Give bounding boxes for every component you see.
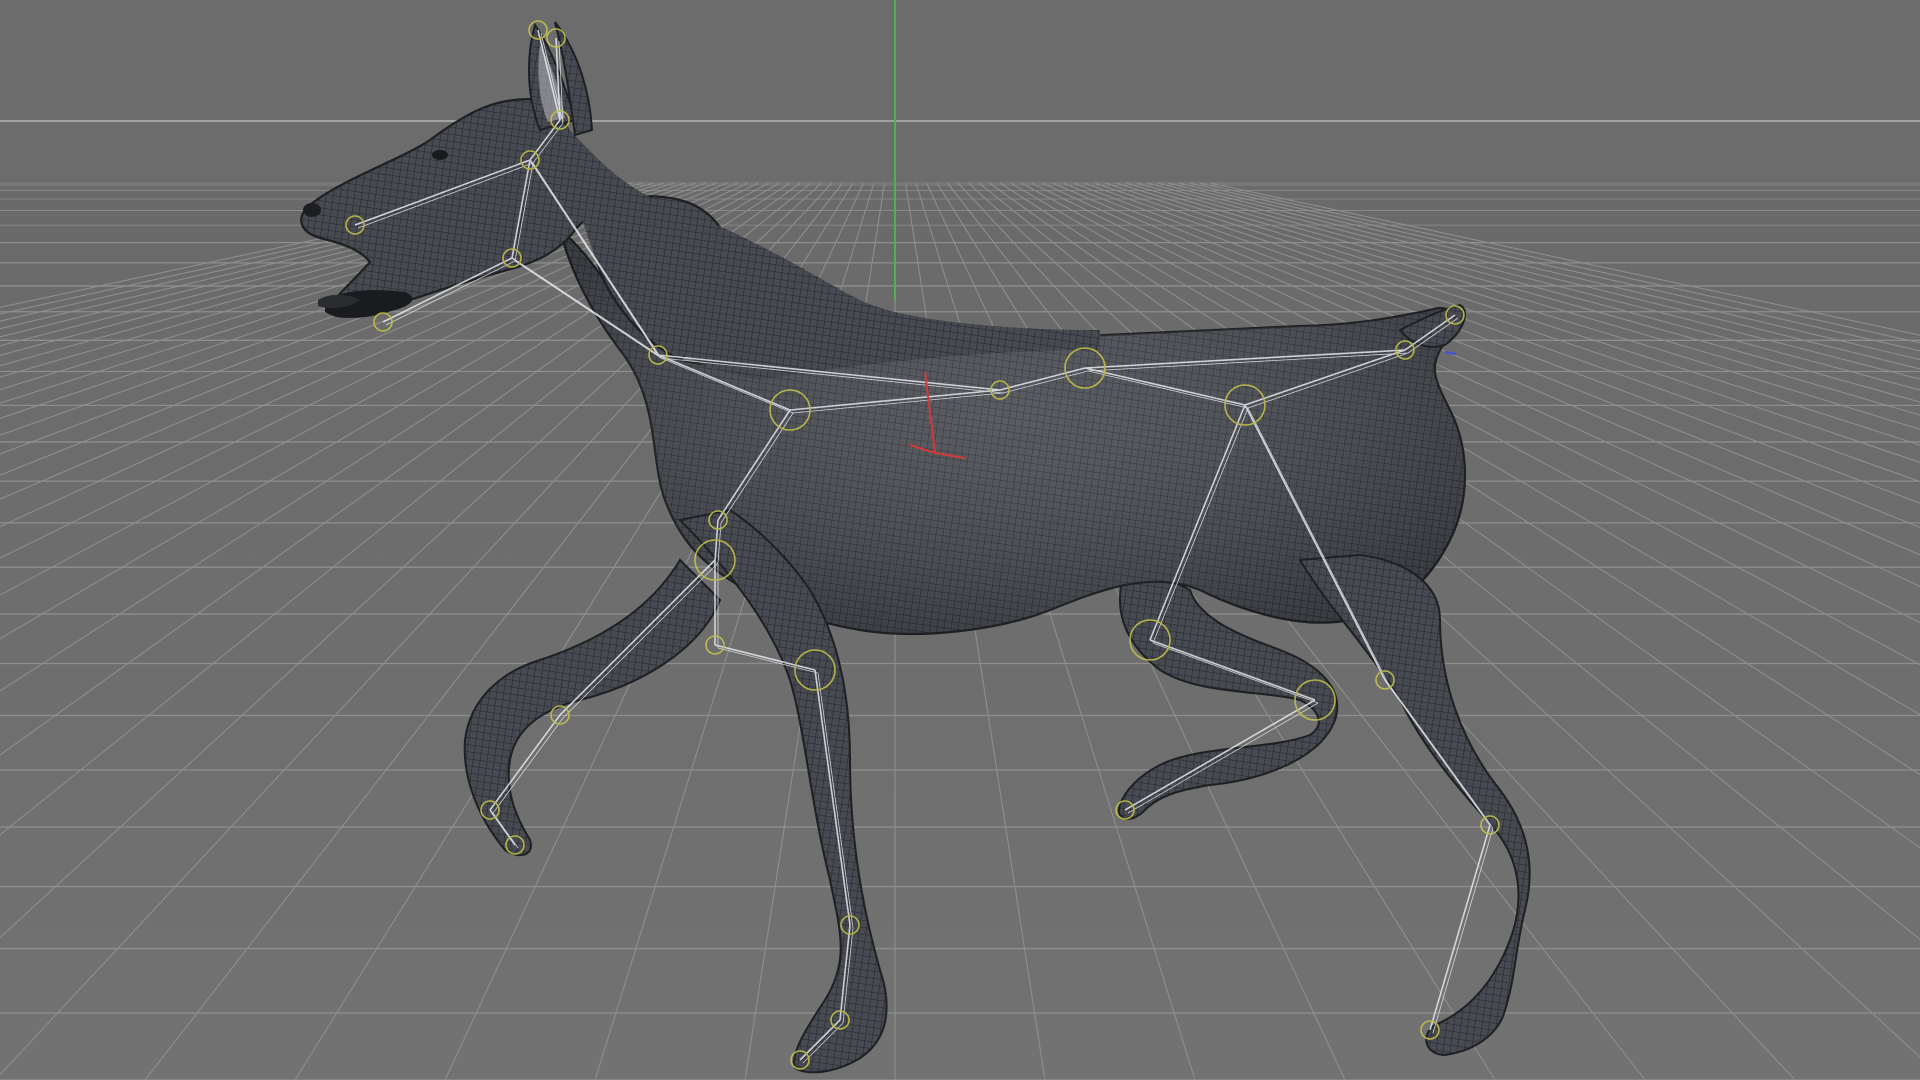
dog-nose	[303, 203, 321, 217]
viewport-canvas[interactable]	[0, 0, 1920, 1080]
3d-viewport[interactable]	[0, 0, 1920, 1080]
dog-eye	[432, 150, 448, 160]
viewport-background	[0, 0, 1920, 185]
